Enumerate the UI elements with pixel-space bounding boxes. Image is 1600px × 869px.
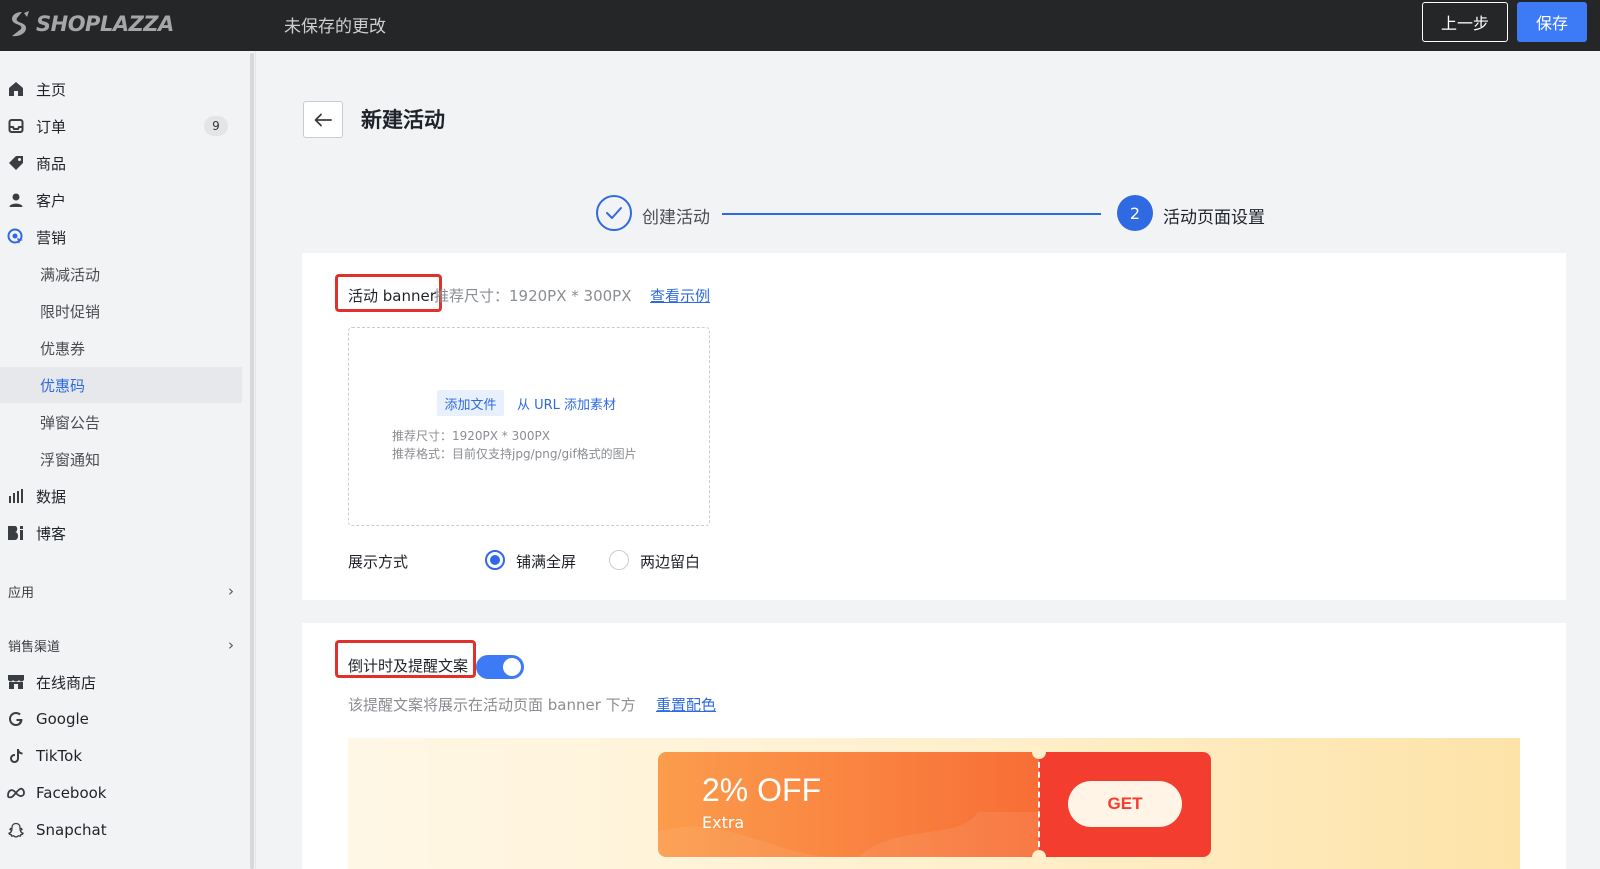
sidebar-section-sales-channels[interactable]: 销售渠道 ›	[8, 631, 234, 659]
sidebar-subitem-popup-announcement[interactable]: 弹窗公告	[0, 404, 242, 440]
arrow-left-icon	[314, 113, 332, 126]
brand-name: SHOPLAZZA	[36, 12, 174, 36]
chart-icon	[6, 486, 26, 506]
back-button[interactable]	[303, 101, 343, 138]
tag-icon	[6, 153, 26, 173]
step-1-done-indicator	[596, 195, 632, 231]
sidebar-item-label: 主页	[36, 80, 67, 99]
save-button[interactable]: 保存	[1517, 2, 1587, 42]
banner-section-title: 活动 banner	[348, 287, 436, 305]
sidebar-subitem-label: 弹窗公告	[40, 413, 101, 432]
sidebar-item-label: Snapchat	[36, 821, 107, 839]
sidebar-item-marketing[interactable]: 营销	[0, 219, 242, 255]
sidebar-subitem-floating-notice[interactable]: 浮窗通知	[0, 441, 242, 477]
step-2-label: 活动页面设置	[1163, 208, 1265, 228]
chevron-right-icon: ›	[228, 636, 234, 654]
sidebar-section-label: 应用	[8, 585, 35, 601]
radio-full-screen-label[interactable]: 铺满全屏	[516, 551, 576, 572]
top-bar: SHOPLAZZA 未保存的更改 上一步 保存	[0, 0, 1600, 51]
tiktok-icon	[6, 746, 26, 766]
checkmark-icon	[606, 207, 622, 219]
marketing-icon	[6, 227, 26, 247]
countdown-hint: 该提醒文案将展示在活动页面 banner 下方	[348, 696, 636, 714]
chevron-right-icon: ›	[228, 582, 234, 600]
sidebar-subitem-label: 满减活动	[40, 265, 101, 284]
page-title: 新建活动	[361, 108, 445, 132]
upload-size-hint: 推荐尺寸：1920PX * 300PX	[392, 429, 550, 443]
coupon-notch	[1032, 745, 1046, 759]
countdown-toggle[interactable]	[476, 655, 524, 679]
orders-count-badge: 9	[204, 116, 228, 136]
countdown-section-title: 倒计时及提醒文案	[348, 657, 469, 675]
sidebar-item-online-store[interactable]: 在线商店	[0, 664, 242, 700]
sidebar-item-facebook[interactable]: Facebook	[0, 775, 242, 811]
sidebar-item-label: 客户	[36, 191, 67, 210]
sidebar-subitem-coupons[interactable]: 优惠券	[0, 330, 242, 366]
upload-format-hint: 推荐格式：目前仅支持jpg/png/gif格式的图片	[392, 447, 637, 461]
sidebar-subitem-label: 优惠券	[40, 339, 86, 358]
sidebar-item-label: 商品	[36, 154, 67, 173]
sidebar-subitem-label: 限时促销	[40, 302, 101, 321]
sidebar-item-label: 博客	[36, 524, 67, 543]
sidebar-scrollbar[interactable]	[250, 53, 254, 869]
snapchat-icon	[6, 820, 26, 840]
user-icon	[6, 190, 26, 210]
inbox-icon	[6, 116, 26, 136]
coupon-notch	[1032, 850, 1046, 864]
coupon-extra-text: Extra	[702, 813, 745, 832]
sidebar-subitem-label: 优惠码	[40, 376, 86, 395]
sidebar-subitem-flash-sale[interactable]: 限时促销	[0, 293, 242, 329]
meta-icon	[6, 783, 26, 803]
radio-side-margins[interactable]	[609, 550, 629, 570]
sidebar-item-label: 营销	[36, 228, 67, 247]
radio-side-margins-label[interactable]: 两边留白	[640, 551, 700, 572]
home-icon	[6, 79, 26, 99]
sidebar-item-label: Google	[36, 710, 89, 728]
display-mode-label: 展示方式	[348, 553, 409, 571]
store-icon	[6, 672, 26, 692]
reset-colors-link[interactable]: 重置配色	[656, 694, 716, 715]
sidebar-item-tiktok[interactable]: TikTok	[0, 738, 242, 774]
step-1-label: 创建活动	[642, 208, 710, 228]
radio-full-screen[interactable]	[485, 550, 505, 570]
sidebar-item-label: 数据	[36, 487, 67, 506]
step-connector	[722, 213, 1101, 215]
sidebar-item-customers[interactable]: 客户	[0, 182, 242, 218]
google-icon	[6, 709, 26, 729]
sidebar-item-label: TikTok	[36, 747, 83, 765]
sidebar-section-apps[interactable]: 应用 ›	[8, 577, 234, 605]
coupon-discount-text: 2% OFF	[702, 772, 822, 808]
unsaved-changes-text: 未保存的更改	[284, 17, 386, 37]
sidebar-section-label: 销售渠道	[8, 639, 61, 655]
add-from-url-link[interactable]: 从 URL 添加素材	[517, 394, 616, 413]
sidebar-item-label: Facebook	[36, 784, 107, 802]
shoplazza-logo[interactable]: SHOPLAZZA	[8, 6, 174, 42]
sidebar-item-home[interactable]: 主页	[0, 71, 242, 107]
sidebar-item-products[interactable]: 商品	[0, 145, 242, 181]
toggle-knob	[503, 658, 521, 676]
coupon-separator	[1038, 752, 1040, 857]
sidebar-item-label: 在线商店	[36, 673, 97, 692]
banner-size-hint: 推荐尺寸：1920PX * 300PX	[434, 287, 632, 305]
sidebar-item-analytics[interactable]: 数据	[0, 478, 242, 514]
previous-step-button[interactable]: 上一步	[1422, 2, 1508, 42]
sidebar-subitem-discount-codes[interactable]: 优惠码	[0, 367, 242, 403]
sidebar-item-blog[interactable]: 博客	[0, 515, 242, 551]
sidebar-item-snapchat[interactable]: Snapchat	[0, 812, 242, 848]
add-file-button[interactable]: 添加文件	[437, 390, 504, 416]
sidebar-subitem-label: 浮窗通知	[40, 450, 101, 469]
view-example-link[interactable]: 查看示例	[650, 285, 710, 306]
shoplazza-logo-icon	[12, 11, 29, 37]
coupon-get-button[interactable]: GET	[1068, 781, 1182, 827]
sidebar-subitem-full-reduction[interactable]: 满减活动	[0, 256, 242, 292]
sidebar-item-orders[interactable]: 订单 9	[0, 108, 242, 144]
sidebar-item-label: 订单	[36, 117, 67, 136]
blog-icon	[6, 523, 26, 543]
sidebar-item-google[interactable]: Google	[0, 701, 242, 737]
step-2-indicator: 2	[1117, 195, 1153, 231]
